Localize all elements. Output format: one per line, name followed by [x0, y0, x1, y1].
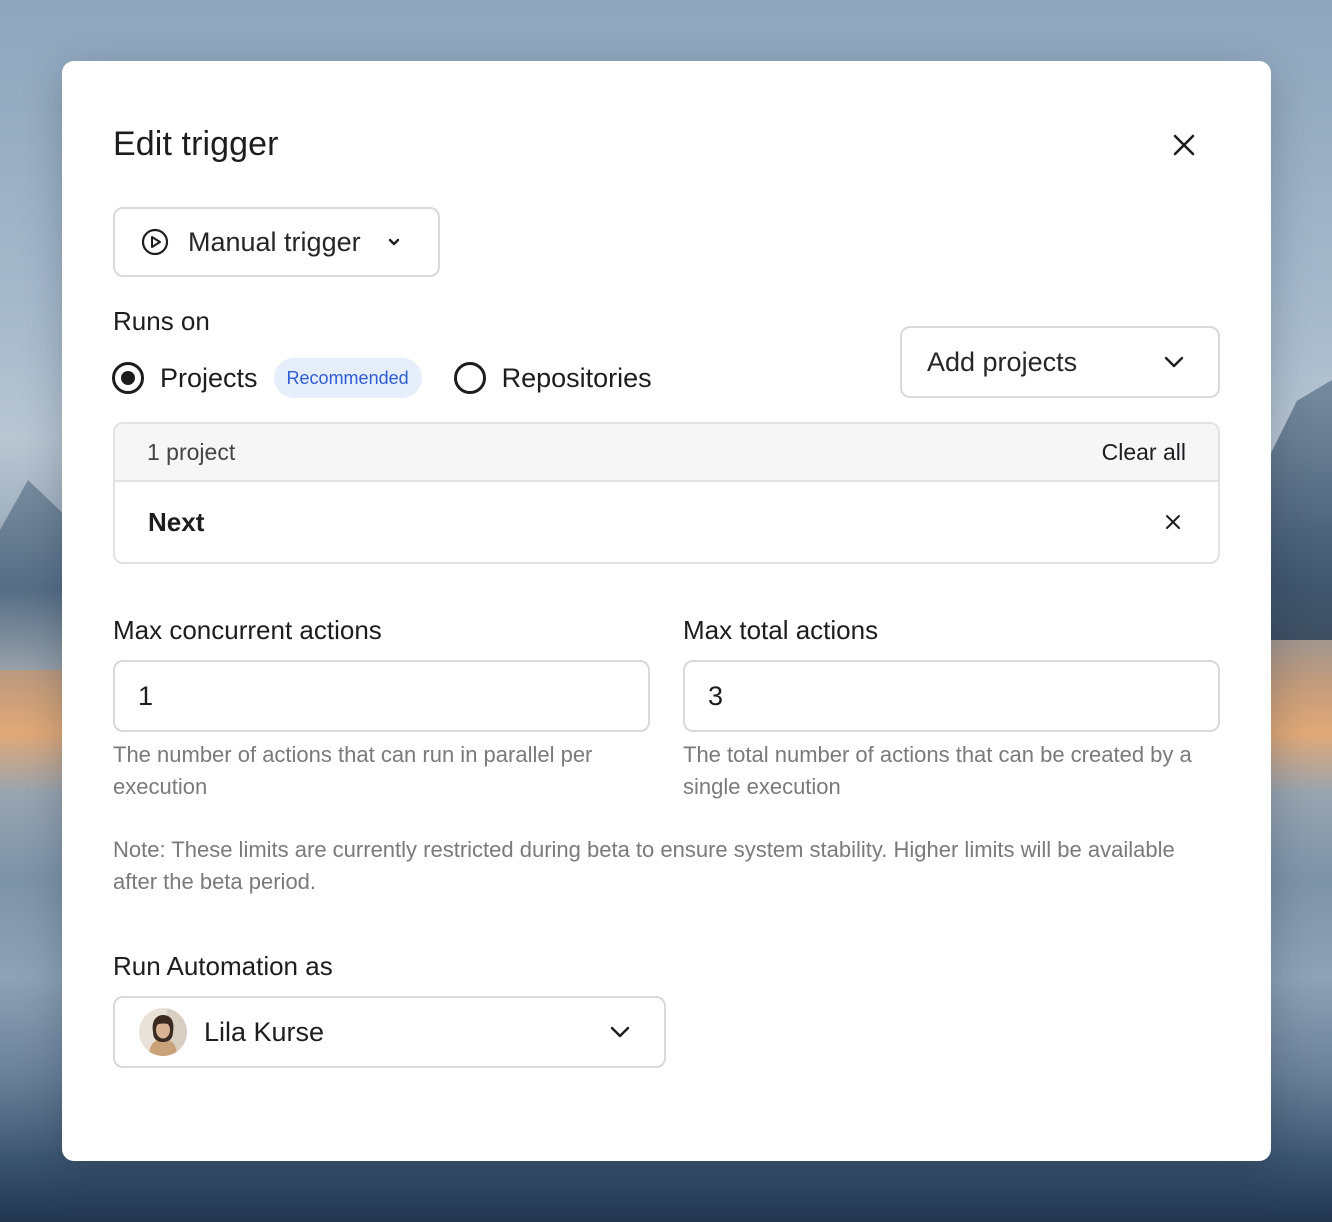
chevron-down-icon — [610, 1026, 630, 1038]
run-as-label: Run Automation as — [113, 951, 333, 981]
max-total-input[interactable] — [683, 660, 1220, 732]
max-concurrent-label: Max concurrent actions — [113, 615, 382, 645]
radio-projects[interactable] — [112, 362, 144, 394]
background-hills-right — [1262, 380, 1332, 640]
avatar — [139, 1008, 187, 1056]
close-button[interactable] — [1166, 127, 1202, 163]
beta-limits-note: Note: These limits are currently restric… — [113, 837, 1175, 894]
max-total-help: The total number of actions that can be … — [683, 742, 1192, 799]
radio-repositories-label[interactable]: Repositories — [502, 363, 652, 394]
max-concurrent-help: The number of actions that can run in pa… — [113, 742, 593, 799]
max-total-label: Max total actions — [683, 615, 879, 645]
radio-selected-dot — [121, 371, 135, 385]
recommended-badge: Recommended — [273, 358, 422, 398]
runs-on-options: Projects Recommended Repositories — [112, 358, 652, 398]
trigger-type-select[interactable]: Manual trigger — [113, 207, 440, 277]
run-as-user-select[interactable]: Lila Kurse — [113, 996, 666, 1068]
play-circle-icon — [141, 228, 169, 256]
selected-projects-list: 1 project Clear all Next — [113, 422, 1220, 564]
close-icon — [1173, 134, 1195, 156]
max-concurrent-input[interactable] — [113, 660, 650, 732]
clear-all-button[interactable]: Clear all — [1102, 439, 1186, 466]
project-count: 1 project — [147, 438, 236, 465]
add-projects-select[interactable]: Add projects — [900, 326, 1220, 398]
background-water — [0, 1152, 1332, 1222]
radio-repositories[interactable] — [453, 362, 486, 394]
add-projects-label: Add projects — [927, 346, 1078, 377]
chevron-down-icon — [1164, 356, 1184, 368]
runs-on-label: Runs on — [113, 306, 210, 336]
chevron-down-icon — [387, 237, 401, 247]
background-hills-left — [0, 480, 70, 670]
remove-project-button[interactable] — [1158, 507, 1188, 537]
list-item: Next — [115, 482, 1218, 562]
radio-projects-label[interactable]: Projects — [160, 363, 258, 394]
close-icon — [1166, 515, 1180, 529]
dialog-title: Edit trigger — [113, 125, 279, 163]
project-name: Next — [148, 506, 205, 537]
trigger-type-label: Manual trigger — [188, 226, 361, 257]
edit-trigger-dialog: Edit trigger Manual trigger Runs on Proj… — [62, 61, 1271, 1161]
run-as-user-name: Lila Kurse — [204, 1016, 325, 1047]
projects-list-header: 1 project Clear all — [115, 424, 1218, 482]
